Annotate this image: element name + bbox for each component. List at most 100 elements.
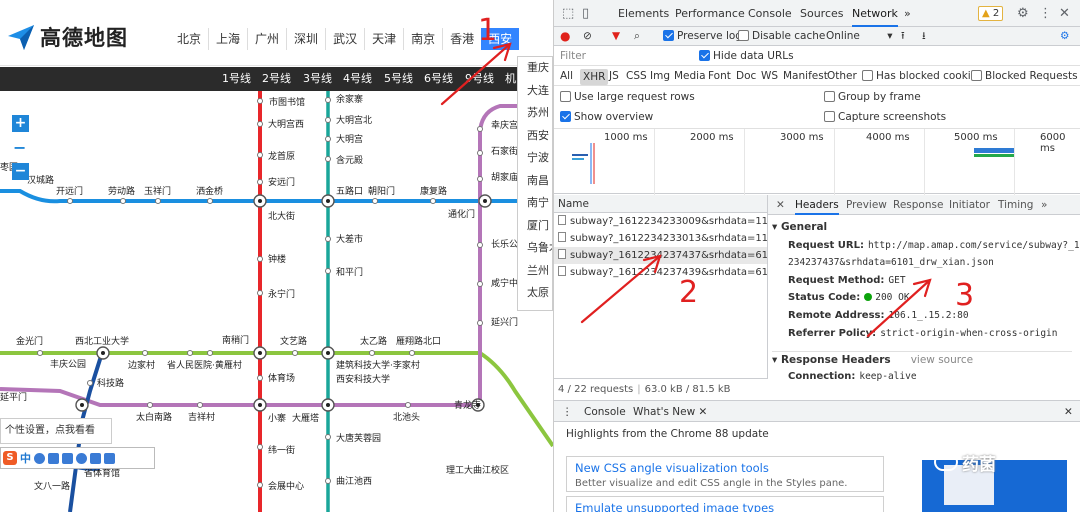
export-har-icon[interactable]: ⭳	[922, 27, 926, 46]
keyboard-icon[interactable]	[62, 452, 73, 464]
more-tabs-button[interactable]: »	[904, 0, 911, 27]
request-row[interactable]: subway?_1612234237439&srhdata=6101_i...	[554, 264, 767, 281]
tab-sources[interactable]: Sources	[800, 0, 844, 27]
type-xhr[interactable]: XHR	[580, 69, 609, 85]
request-row-selected[interactable]: subway?_1612234237437&srhdata=6101_d...	[554, 247, 767, 264]
network-overview-timeline[interactable]: 1000 ms 2000 ms 3000 ms 4000 ms 5000 ms …	[554, 128, 1080, 195]
more-detail-tabs[interactable]: »	[1041, 195, 1047, 215]
grid-icon[interactable]	[104, 452, 115, 464]
type-js[interactable]: JS	[609, 66, 619, 86]
close-devtools-icon[interactable]: ✕	[1059, 0, 1070, 27]
city-tab-shanghai[interactable]: 上海	[208, 28, 247, 50]
city-tab-nanjing[interactable]: 南京	[403, 28, 442, 50]
device-toolbar-icon[interactable]: ▯	[582, 0, 589, 27]
tab-preview[interactable]: Preview	[846, 195, 887, 215]
whats-new-card[interactable]: New CSS angle visualization tools Better…	[566, 456, 884, 492]
city-option[interactable]: 南宁	[518, 192, 552, 215]
close-drawer-icon[interactable]: ✕	[1064, 401, 1073, 423]
city-option[interactable]: 宁波	[518, 147, 552, 170]
city-option[interactable]: 苏州	[518, 102, 552, 125]
type-css[interactable]: CSS	[626, 66, 647, 86]
tab-headers[interactable]: Headers	[795, 195, 839, 215]
user-icon[interactable]	[76, 452, 87, 464]
search-icon[interactable]: ⌕	[634, 27, 640, 46]
tab-timing[interactable]: Timing	[998, 195, 1033, 215]
close-tab-icon[interactable]: ✕	[699, 406, 708, 418]
request-row[interactable]: subway?_1612234233009&srhdata=1100_d...	[554, 213, 767, 230]
sogou-ime-icon[interactable]: S	[3, 451, 17, 465]
disable-cache-checkbox[interactable]: Disable cache	[738, 27, 825, 46]
general-section-toggle[interactable]: ▾ General	[772, 221, 827, 233]
type-manifest[interactable]: Manifest	[783, 66, 828, 86]
group-by-frame-checkbox[interactable]: Group by frame	[824, 87, 921, 107]
large-rows-checkbox[interactable]: Use large request rows	[560, 87, 695, 107]
city-tab-tianjin[interactable]: 天津	[364, 28, 403, 50]
throttling-select[interactable]: Online ▾	[826, 27, 893, 46]
type-doc[interactable]: Doc	[736, 66, 756, 86]
whats-new-card[interactable]: Emulate unsupported image types	[566, 496, 884, 512]
line-airport-button[interactable]: 机	[505, 67, 516, 91]
zoom-in-button[interactable]: +	[12, 115, 29, 132]
record-icon[interactable]: ●	[560, 27, 570, 46]
amap-logo[interactable]: 高德地图	[6, 22, 134, 52]
city-option[interactable]: 厦门	[518, 215, 552, 238]
filter-input[interactable]: Filter	[560, 46, 586, 66]
tab-network[interactable]: Network	[852, 0, 898, 27]
line-9-button[interactable]: 9号线	[465, 67, 494, 91]
tab-console[interactable]: Console	[748, 0, 792, 27]
inspect-element-icon[interactable]: ⬚	[562, 0, 574, 27]
close-detail-icon[interactable]: ✕	[776, 195, 785, 215]
settings-gear-icon[interactable]: ⚙	[1017, 0, 1029, 27]
city-option[interactable]: 南昌	[518, 170, 552, 193]
city-tab-beijing[interactable]: 北京	[170, 28, 208, 50]
city-tab-wuhan[interactable]: 武汉	[325, 28, 364, 50]
zoom-out-button[interactable]: −	[12, 163, 29, 180]
warnings-badge[interactable]: ▲ 2	[978, 6, 1004, 21]
microphone-icon[interactable]	[48, 452, 59, 464]
ime-mode-label[interactable]: 中	[20, 450, 31, 466]
line-2-button[interactable]: 2号线	[262, 67, 291, 91]
tab-response[interactable]: Response	[893, 195, 943, 215]
city-option[interactable]: 大连	[518, 80, 552, 103]
view-source-link[interactable]: view source	[911, 354, 973, 366]
personalize-tip[interactable]: 个性设置，点我看看	[0, 418, 112, 444]
type-other[interactable]: Other	[827, 66, 857, 86]
line-1-button[interactable]: 1号线	[222, 67, 251, 91]
emoji-icon[interactable]	[34, 452, 45, 464]
city-tab-guangzhou[interactable]: 广州	[247, 28, 286, 50]
city-option[interactable]: 乌鲁木	[518, 237, 552, 260]
drawer-tab-console[interactable]: Console	[584, 401, 626, 423]
hide-data-urls-checkbox[interactable]: Hide data URLs	[699, 46, 794, 66]
city-tab-xian[interactable]: 西安	[481, 28, 520, 50]
show-overview-checkbox[interactable]: Show overview	[560, 107, 653, 127]
tab-performance[interactable]: Performance	[675, 0, 745, 27]
city-option[interactable]: 西安	[518, 125, 552, 148]
request-row[interactable]: subway?_1612234233013&srhdata=1100_i...	[554, 230, 767, 247]
response-headers-toggle[interactable]: ▾ Response Headers view source	[772, 351, 1072, 366]
city-tab-hongkong[interactable]: 香港	[442, 28, 481, 50]
type-media[interactable]: Media	[674, 66, 706, 86]
import-har-icon[interactable]: ⭱	[901, 27, 905, 46]
network-settings-icon[interactable]: ⚙	[1060, 27, 1069, 46]
line-5-button[interactable]: 5号线	[384, 67, 413, 91]
city-option[interactable]: 兰州	[518, 260, 552, 283]
clear-icon[interactable]: ⊘	[583, 27, 592, 46]
type-all[interactable]: All	[560, 66, 573, 86]
tab-elements[interactable]: Elements	[618, 0, 669, 27]
shirt-icon[interactable]	[90, 452, 101, 464]
filter-icon[interactable]: ▼	[612, 27, 620, 46]
city-option[interactable]: 重庆	[518, 57, 552, 80]
line-3-button[interactable]: 3号线	[303, 67, 332, 91]
line-6-button[interactable]: 6号线	[424, 67, 453, 91]
preserve-log-checkbox[interactable]: Preserve log	[663, 27, 742, 46]
has-blocked-cookies-checkbox[interactable]: Has blocked cookies	[862, 66, 983, 86]
drawer-menu-icon[interactable]: ⋮	[562, 401, 573, 423]
tab-initiator[interactable]: Initiator	[949, 195, 990, 215]
city-option[interactable]: 太原	[518, 282, 552, 305]
blocked-requests-checkbox[interactable]: Blocked Requests	[971, 66, 1078, 86]
name-column-header[interactable]: Name	[554, 195, 767, 213]
type-img[interactable]: Img	[650, 66, 670, 86]
capture-screenshots-checkbox[interactable]: Capture screenshots	[824, 107, 946, 127]
type-ws[interactable]: WS	[761, 66, 778, 86]
city-tab-shenzhen[interactable]: 深圳	[286, 28, 325, 50]
